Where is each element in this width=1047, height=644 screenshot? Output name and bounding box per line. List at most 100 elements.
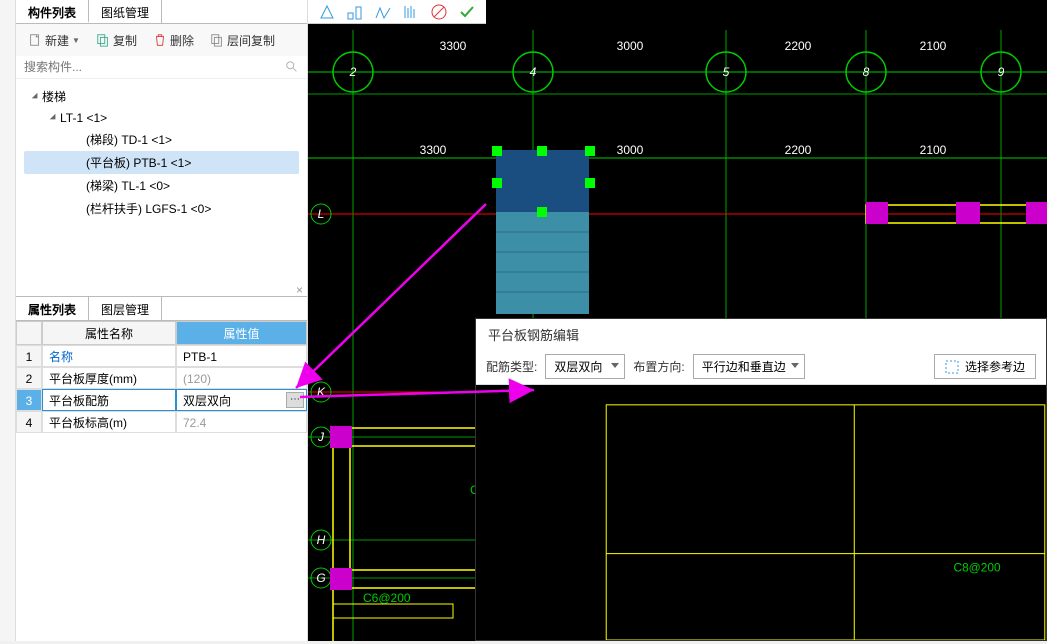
prop-name: 平台板标高(m) [42,411,176,433]
dim-text: 2200 [785,39,812,53]
tab-prop-list[interactable]: 属性列表 [16,297,89,320]
ref-btn-label: 选择参考边 [965,358,1025,375]
search-icon[interactable] [285,60,299,74]
property-tabs: 属性列表 图层管理 [16,297,307,321]
axis-label: G [316,571,325,585]
search-row [16,56,307,79]
prop-row-rebar[interactable]: 3 平台板配筋 双层双向 ⋯ [16,389,307,411]
tree-item-ptb1[interactable]: (平台板) PTB-1 <1> [24,151,299,174]
search-input[interactable] [24,60,285,74]
tree-root-label: 楼梯 [42,88,66,105]
dialog-toolbar: 配筋类型: 双层双向 布置方向: 平行边和垂直边 选择参考边 [476,349,1046,385]
tool-icon-4[interactable] [402,3,420,21]
tool-icon-1[interactable] [318,3,336,21]
prop-head-name: 属性名称 [42,321,176,345]
caret-icon [50,114,58,122]
tree-item-label: (平台板) PTB-1 <1> [86,154,191,171]
axis-label: H [317,533,326,547]
layout-dir-select[interactable]: 平行边和垂直边 [693,354,805,379]
tree-item-td1[interactable]: (梯段) TD-1 <1> [24,128,299,151]
component-tabs: 构件列表 图纸管理 [16,0,307,24]
delete-label: 删除 [170,32,194,49]
rebar-c8-label: C8@200 [953,561,1000,575]
prop-value[interactable]: (120) [176,367,307,389]
dialog-title: 平台板钢筋编辑 [476,319,1046,349]
prop-name: 名称 [42,345,176,367]
prop-value[interactable]: PTB-1 [176,345,307,367]
rebar-edit-dialog: 平台板钢筋编辑 配筋类型: 双层双向 布置方向: 平行边和垂直边 选择参考边 C… [475,318,1047,641]
tree-item-label: (梯段) TD-1 <1> [86,131,172,148]
dim-text: 3300 [440,39,467,53]
tab-component-list[interactable]: 构件列表 [16,0,89,23]
grid-bubble: 4 [530,65,537,79]
copy-button[interactable]: 复制 [90,29,143,52]
grid-bubble: 2 [349,65,357,79]
new-icon [28,33,42,47]
prop-head-value[interactable]: 属性值 [176,321,307,345]
prop-value[interactable]: 双层双向 ⋯ [176,389,307,411]
tab-drawing-manage[interactable]: 图纸管理 [89,0,162,23]
copy-icon [96,33,110,47]
rebar-type-select[interactable]: 双层双向 [545,354,625,379]
grid-bubble: 5 [723,65,730,79]
ellipsis-button[interactable]: ⋯ [286,392,304,408]
layout-dir-label: 布置方向: [633,358,684,375]
viewport-toolbar [308,0,486,24]
layer-copy-icon [210,33,224,47]
layer-copy-label: 层间复制 [227,32,275,49]
selected-slab[interactable] [496,150,589,212]
component-tree: 楼梯 LT-1 <1> (梯段) TD-1 <1> (平台板) PTB-1 <1… [16,79,307,226]
axis-label: J [317,430,325,444]
tree-item-lgfs1[interactable]: (栏杆扶手) LGFS-1 <0> [24,197,299,220]
dim-text: 2200 [785,143,812,157]
prop-name: 平台板厚度(mm) [42,367,176,389]
component-toolbar: 新建 ▼ 复制 删除 层间复制 [16,24,307,56]
prop-header: 属性名称 属性值 [16,321,307,345]
rebar-preview: C8@200 [476,385,1046,640]
tool-icon-2[interactable] [346,3,364,21]
cell-text: 双层双向 [183,394,231,408]
dim-text: 2100 [920,39,947,53]
left-panel: 构件列表 图纸管理 新建 ▼ 复制 删除 层间复制 楼梯 LT-1 <1> (梯… [16,0,308,641]
delete-button[interactable]: 删除 [147,29,200,52]
ref-icon [945,360,959,374]
check-icon[interactable] [458,3,476,21]
select-ref-edge-button[interactable]: 选择参考边 [934,354,1036,379]
tree-item-tl1[interactable]: (梯梁) TL-1 <0> [24,174,299,197]
dim-text: 3300 [420,143,447,157]
row-num: 1 [16,345,42,367]
prop-value[interactable]: 72.4 [176,411,307,433]
prop-row-thickness[interactable]: 2 平台板厚度(mm) (120) [16,367,307,389]
axis-label: K [317,385,326,399]
delete-icon [153,33,167,47]
prop-name: 平台板配筋 [42,389,176,411]
tab-layer-manage[interactable]: 图层管理 [89,297,162,320]
row-num: 2 [16,367,42,389]
layer-copy-button[interactable]: 层间复制 [204,29,281,52]
property-area: × 属性列表 图层管理 属性名称 属性值 1 名称 PTB-1 2 平台板厚度(… [16,296,307,433]
rebar-text: C6@200 [363,591,411,605]
tree-root[interactable]: 楼梯 [24,85,299,108]
app-left-edge [0,0,16,641]
axis-label: L [318,207,325,221]
prop-row-elevation[interactable]: 4 平台板标高(m) 72.4 [16,411,307,433]
tree-item-label: (梯梁) TL-1 <0> [86,177,170,194]
stair-treads [496,212,589,314]
grid-bubble: 9 [998,65,1005,79]
dim-text: 3000 [617,143,644,157]
new-button[interactable]: 新建 ▼ [22,29,86,52]
cancel-icon[interactable] [430,3,448,21]
copy-label: 复制 [113,32,137,49]
caret-icon [32,92,40,100]
dim-text: 3000 [617,39,644,53]
prop-row-name[interactable]: 1 名称 PTB-1 [16,345,307,367]
tree-lt1[interactable]: LT-1 <1> [24,108,299,128]
tool-icon-3[interactable] [374,3,392,21]
row-num: 3 [16,389,42,411]
close-icon[interactable]: × [296,283,303,297]
grid-bubble: 8 [863,65,870,79]
dialog-canvas[interactable]: C8@200 [476,385,1046,640]
new-label: 新建 [45,32,69,49]
tree-item-label: (栏杆扶手) LGFS-1 <0> [86,200,211,217]
tree-lt1-label: LT-1 <1> [60,111,107,125]
